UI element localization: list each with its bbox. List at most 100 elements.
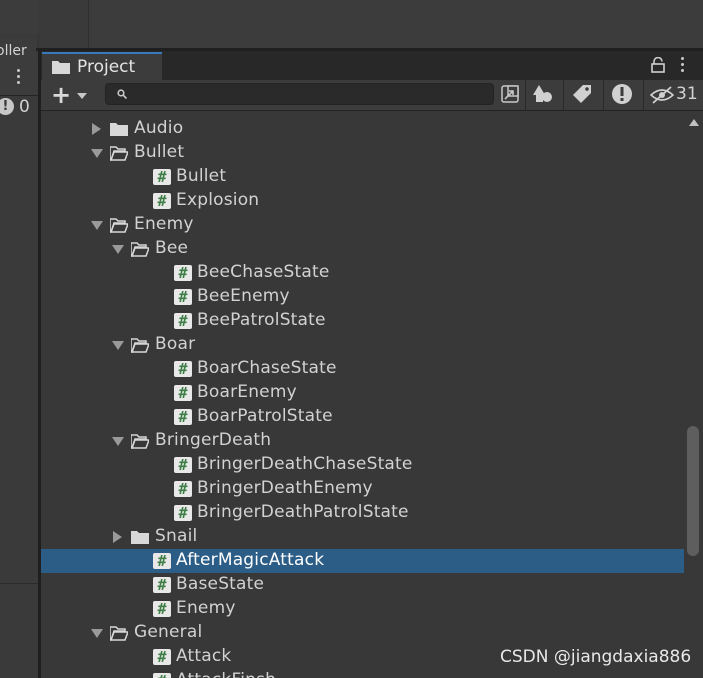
tree-script-row[interactable]: # BeePatrolState — [41, 309, 684, 333]
tree-folder-row[interactable]: BringerDeath — [41, 429, 684, 453]
error-icon: ! — [0, 98, 14, 115]
tag-icon[interactable] — [569, 82, 595, 106]
folder-open-icon — [130, 337, 151, 353]
tab-bar: Project — [41, 51, 703, 80]
lock-icon[interactable] — [651, 57, 665, 73]
expand-arrow-open-icon[interactable] — [91, 629, 103, 638]
tree-folder-row[interactable]: Audio — [41, 117, 684, 141]
expand-arrow-open-icon[interactable] — [112, 341, 124, 350]
project-toolbar: + 31 — [41, 80, 703, 111]
folder-open-icon — [130, 433, 151, 449]
tree-item-label: Bullet — [176, 166, 227, 186]
kebab-menu-icon[interactable] — [679, 56, 685, 76]
folder-icon — [131, 529, 149, 545]
tab-title: Project — [77, 57, 136, 77]
console-tab-label[interactable]: oller — [0, 39, 36, 63]
tree-script-row[interactable]: # BaseState — [41, 573, 684, 597]
folder-open-icon — [109, 625, 130, 641]
toolbar-divider — [525, 80, 526, 110]
tree-script-row[interactable]: # BringerDeathPatrolState — [41, 501, 684, 525]
folder-icon — [110, 121, 128, 137]
tree-item-label: Bullet — [134, 142, 185, 162]
tree-folder-row[interactable]: Snail — [41, 525, 684, 549]
tree-item-label: BoarEnemy — [197, 382, 297, 402]
search-icon — [117, 89, 127, 99]
tree-script-row[interactable]: # BoarChaseState — [41, 357, 684, 381]
tree-item-label: BeeChaseState — [197, 262, 330, 282]
tree-script-row[interactable]: # BeeChaseState — [41, 261, 684, 285]
tree-item-label: General — [134, 622, 203, 642]
csharp-script-icon: # — [174, 361, 192, 377]
kebab-menu-icon[interactable] — [13, 67, 23, 89]
expand-arrow-closed-icon[interactable] — [92, 123, 101, 135]
console-panel: oller ! 0 — [0, 39, 38, 678]
csharp-script-icon: # — [153, 577, 171, 593]
tree-script-row[interactable]: # Bullet — [41, 165, 684, 189]
tree-script-row[interactable]: # Enemy — [41, 597, 684, 621]
warning-icon[interactable] — [609, 82, 635, 106]
tree-item-label: Boar — [155, 334, 196, 354]
tree-item-label: Enemy — [134, 214, 194, 234]
tree-item-label: AttackFinsh — [176, 670, 276, 678]
tree-script-row[interactable]: # AfterMagicAttack — [41, 549, 684, 573]
tree-folder-row[interactable]: Enemy — [41, 213, 684, 237]
csharp-script-icon: # — [174, 313, 192, 329]
tree-script-row[interactable]: # AttackFinsh — [41, 669, 684, 678]
eye-slash-icon — [650, 86, 674, 104]
hidden-count: 31 — [676, 84, 698, 104]
search-field[interactable] — [105, 83, 494, 105]
error-count-toggle[interactable]: ! 0 — [0, 95, 38, 119]
tree-item-label: BaseState — [176, 574, 265, 594]
tree-item-label: BeePatrolState — [197, 310, 326, 330]
expand-arrow-open-icon[interactable] — [91, 221, 103, 230]
toolbar-divider — [603, 80, 604, 110]
folder-open-icon — [109, 217, 130, 233]
filter-by-type-icon[interactable] — [531, 82, 557, 106]
expand-arrow-open-icon[interactable] — [112, 245, 124, 254]
plus-icon: + — [51, 81, 72, 109]
tree-script-row[interactable]: # BringerDeathEnemy — [41, 477, 684, 501]
tree-script-row[interactable]: # BoarPatrolState — [41, 405, 684, 429]
tree-folder-row[interactable]: Bullet — [41, 141, 684, 165]
create-asset-button[interactable]: + — [47, 83, 87, 107]
tree-script-row[interactable]: # BeeEnemy — [41, 285, 684, 309]
tree-script-row[interactable]: # Explosion — [41, 189, 684, 213]
vertical-scrollbar[interactable] — [684, 111, 703, 678]
watermark: CSDN @jiangdaxia886 — [500, 647, 692, 667]
tree-item-label: Attack — [176, 646, 232, 666]
csharp-script-icon: # — [174, 385, 192, 401]
toolbar-divider — [643, 80, 644, 110]
csharp-script-icon: # — [153, 169, 171, 185]
hidden-packages-toggle[interactable]: 31 — [650, 82, 702, 108]
expand-arrow-open-icon[interactable] — [112, 437, 124, 446]
project-tree: Audio Bullet # Bullet # Explosion Enemy Bee # Bee… — [41, 111, 684, 678]
csharp-script-icon: # — [153, 553, 171, 569]
search-input[interactable] — [132, 85, 491, 105]
expand-arrow-closed-icon[interactable] — [113, 531, 122, 543]
csharp-script-icon: # — [174, 265, 192, 281]
folder-open-icon — [109, 145, 130, 161]
csharp-script-icon: # — [174, 409, 192, 425]
tree-script-row[interactable]: # BoarEnemy — [41, 381, 684, 405]
tree-folder-row[interactable]: General — [41, 621, 684, 645]
tree-item-label: BeeEnemy — [197, 286, 290, 306]
folder-open-icon — [130, 241, 151, 257]
tree-item-label: BringerDeathChaseState — [197, 454, 413, 474]
tree-item-label: BringerDeathEnemy — [197, 478, 373, 498]
toolbar-divider — [563, 80, 564, 110]
project-window: Project + 31 Audio Bullet # Bullet # Exp… — [41, 51, 703, 678]
error-count: 0 — [19, 97, 30, 117]
search-by-type-icon[interactable] — [497, 82, 523, 106]
scroll-up-icon[interactable] — [689, 119, 699, 126]
grid-cell — [38, 0, 89, 48]
tree-folder-row[interactable]: Bee — [41, 237, 684, 261]
tree-item-label: Audio — [134, 118, 184, 138]
tree-script-row[interactable]: # BringerDeathChaseState — [41, 453, 684, 477]
expand-arrow-open-icon[interactable] — [91, 149, 103, 158]
tab-project[interactable]: Project — [42, 52, 162, 80]
scrollbar-thumb[interactable] — [687, 426, 699, 556]
csharp-script-icon: # — [153, 193, 171, 209]
divider — [0, 583, 38, 584]
tree-item-label: BringerDeathPatrolState — [197, 502, 409, 522]
tree-folder-row[interactable]: Boar — [41, 333, 684, 357]
